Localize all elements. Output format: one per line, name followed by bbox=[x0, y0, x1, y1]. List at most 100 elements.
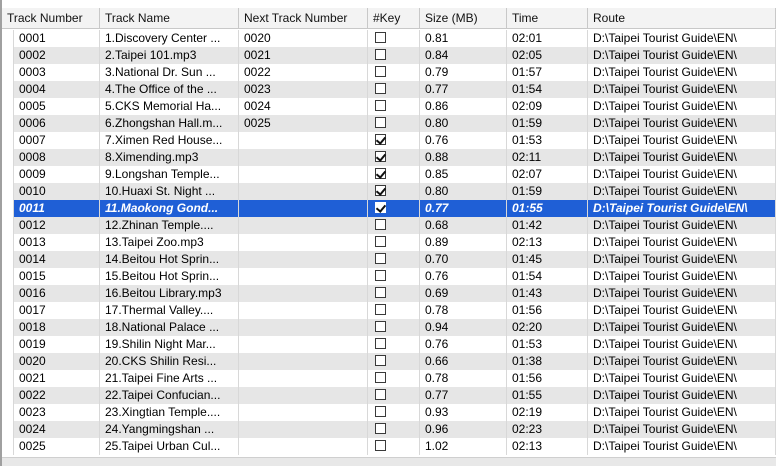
key-checkbox[interactable] bbox=[375, 66, 386, 77]
row-indicator bbox=[2, 217, 14, 234]
time-cell: 01:53 bbox=[507, 132, 588, 149]
key-checkbox[interactable] bbox=[375, 389, 386, 400]
key-checkbox[interactable] bbox=[375, 151, 386, 162]
key-checkbox[interactable] bbox=[375, 219, 386, 230]
key-checkbox[interactable] bbox=[375, 134, 386, 145]
table-row[interactable]: 0022 22.Taipei Confucian... 0.77 01:55 D:\Ta… bbox=[2, 387, 776, 404]
key-checkbox[interactable] bbox=[375, 185, 386, 196]
track-name-cell: 16.Beitou Library.mp3 bbox=[100, 285, 239, 302]
key-checkbox[interactable] bbox=[375, 100, 386, 111]
table-row[interactable]: 0018 18.National Palace ... 0.94 02:20 D:\Ta… bbox=[2, 319, 776, 336]
table-row[interactable]: 0004 4.The Office of the ... 0023 0.77 01:54… bbox=[2, 81, 776, 98]
table-row[interactable]: 0025 25.Taipei Urban Cul... 1.02 02:13 D:\Ta… bbox=[2, 438, 776, 455]
track-number-cell: 0014 bbox=[14, 251, 100, 268]
table-row[interactable]: 0006 6.Zhongshan Hall.m... 0025 0.80 01:59 D:… bbox=[2, 115, 776, 132]
next-track-number-cell bbox=[239, 234, 368, 251]
size-cell: 0.93 bbox=[420, 404, 507, 421]
table-row[interactable]: 0009 9.Longshan Temple... 0.85 02:07 D:\Taip… bbox=[2, 166, 776, 183]
table-row[interactable]: 0015 15.Beitou Hot Sprin... 0.76 01:54 D:\Ta… bbox=[2, 268, 776, 285]
table-row[interactable]: 0012 12.Zhinan Temple.... 0.68 01:42 D:\Taip… bbox=[2, 217, 776, 234]
row-indicator bbox=[2, 438, 14, 455]
table-row[interactable]: 0016 16.Beitou Library.mp3 0.69 01:43 D:\Tai… bbox=[2, 285, 776, 302]
key-checkbox[interactable] bbox=[375, 423, 386, 434]
route-cell: D:\Taipei Tourist Guide\EN\ bbox=[588, 183, 776, 200]
route-cell: D:\Taipei Tourist Guide\EN\ bbox=[588, 370, 776, 387]
key-checkbox[interactable] bbox=[375, 440, 386, 451]
key-cell bbox=[368, 404, 420, 421]
track-name-cell: 3.National Dr. Sun ... bbox=[100, 64, 239, 81]
key-cell bbox=[368, 149, 420, 166]
next-track-number-cell bbox=[239, 268, 368, 285]
track-list-grid[interactable]: Track Number Track Name Next Track Numbe… bbox=[0, 0, 776, 466]
key-cell bbox=[368, 319, 420, 336]
key-checkbox[interactable] bbox=[375, 406, 386, 417]
column-header-track-name[interactable]: Track Name bbox=[100, 8, 239, 29]
table-row[interactable]: 0011 11.Maokong Gond... 0.77 01:55 D:\Taipei… bbox=[2, 200, 776, 217]
key-checkbox[interactable] bbox=[375, 372, 386, 383]
table-row[interactable]: 0019 19.Shilin Night Mar... 0.76 01:53 D:\Ta… bbox=[2, 336, 776, 353]
horizontal-scrollbar[interactable] bbox=[2, 457, 776, 466]
key-checkbox[interactable] bbox=[375, 338, 386, 349]
key-checkbox[interactable] bbox=[375, 321, 386, 332]
column-header-track-number[interactable]: Track Number bbox=[2, 8, 100, 29]
key-checkbox[interactable] bbox=[375, 202, 386, 213]
table-row[interactable]: 0014 14.Beitou Hot Sprin... 0.70 01:45 D:\Ta… bbox=[2, 251, 776, 268]
track-number-cell: 0005 bbox=[14, 98, 100, 115]
table-row[interactable]: 0017 17.Thermal Valley.... 0.78 01:56 D:\Tai… bbox=[2, 302, 776, 319]
column-header-next-track-number[interactable]: Next Track Number bbox=[239, 8, 368, 29]
key-checkbox[interactable] bbox=[375, 253, 386, 264]
key-checkbox[interactable] bbox=[375, 304, 386, 315]
track-name-cell: 22.Taipei Confucian... bbox=[100, 387, 239, 404]
track-name-cell: 25.Taipei Urban Cul... bbox=[100, 438, 239, 455]
table-row[interactable]: 0007 7.Ximen Red House... 0.76 01:53 D:\Taip… bbox=[2, 132, 776, 149]
time-cell: 01:54 bbox=[507, 268, 588, 285]
table-row[interactable]: 0020 20.CKS Shilin Resi... 0.66 01:38 D:\Tai… bbox=[2, 353, 776, 370]
table-row[interactable]: 0005 5.CKS Memorial Ha... 0024 0.86 02:09 D:\… bbox=[2, 98, 776, 115]
column-header-size[interactable]: Size (MB) bbox=[420, 8, 507, 29]
track-name-cell: 9.Longshan Temple... bbox=[100, 166, 239, 183]
key-checkbox[interactable] bbox=[375, 355, 386, 366]
row-indicator bbox=[2, 421, 14, 438]
track-number-cell: 0022 bbox=[14, 387, 100, 404]
row-indicator bbox=[2, 64, 14, 81]
table-row[interactable]: 0002 2.Taipei 101.mp3 0021 0.84 02:05 D:\Taip… bbox=[2, 47, 776, 64]
table-row[interactable]: 0010 10.Huaxi St. Night ... 0.80 01:59 D:\Ta… bbox=[2, 183, 776, 200]
column-header-row: Track Number Track Name Next Track Numbe… bbox=[2, 8, 776, 29]
size-cell: 0.79 bbox=[420, 64, 507, 81]
table-row[interactable]: 0023 23.Xingtian Temple.... 0.93 02:19 D:\Ta… bbox=[2, 404, 776, 421]
table-row[interactable]: 0013 13.Taipei Zoo.mp3 0.89 02:13 D:\Taipei … bbox=[2, 234, 776, 251]
key-checkbox[interactable] bbox=[375, 270, 386, 281]
time-cell: 01:56 bbox=[507, 302, 588, 319]
column-header-time[interactable]: Time bbox=[507, 8, 588, 29]
key-checkbox[interactable] bbox=[375, 236, 386, 247]
row-indicator bbox=[2, 336, 14, 353]
track-number-cell: 0024 bbox=[14, 421, 100, 438]
route-cell: D:\Taipei Tourist Guide\EN\ bbox=[588, 319, 776, 336]
column-header-route[interactable]: Route bbox=[588, 8, 776, 29]
table-row[interactable]: 0003 3.National Dr. Sun ... 0022 0.79 01:57 D… bbox=[2, 64, 776, 81]
next-track-number-cell bbox=[239, 285, 368, 302]
key-cell bbox=[368, 234, 420, 251]
time-cell: 02:13 bbox=[507, 234, 588, 251]
next-track-number-cell bbox=[239, 217, 368, 234]
size-cell: 0.70 bbox=[420, 251, 507, 268]
row-indicator bbox=[2, 251, 14, 268]
track-name-cell: 23.Xingtian Temple.... bbox=[100, 404, 239, 421]
track-number-cell: 0013 bbox=[14, 234, 100, 251]
key-checkbox[interactable] bbox=[375, 83, 386, 94]
key-checkbox[interactable] bbox=[375, 49, 386, 60]
key-checkbox[interactable] bbox=[375, 32, 386, 43]
key-checkbox[interactable] bbox=[375, 117, 386, 128]
key-checkbox[interactable] bbox=[375, 287, 386, 298]
route-cell: D:\Taipei Tourist Guide\EN\ bbox=[588, 98, 776, 115]
column-header-key[interactable]: #Key bbox=[368, 8, 420, 29]
time-cell: 01:55 bbox=[507, 200, 588, 217]
table-row[interactable]: 0024 24.Yangmingshan ... 0.96 02:23 D:\Taipe… bbox=[2, 421, 776, 438]
key-checkbox[interactable] bbox=[375, 168, 386, 179]
row-indicator bbox=[2, 47, 14, 64]
track-name-cell: 11.Maokong Gond... bbox=[100, 200, 239, 217]
table-row[interactable]: 0001 1.Discovery Center ... 0020 0.81 02:01 D… bbox=[2, 30, 776, 47]
table-row[interactable]: 0008 8.Ximending.mp3 0.88 02:11 D:\Taipei To… bbox=[2, 149, 776, 166]
track-number-cell: 0009 bbox=[14, 166, 100, 183]
table-row[interactable]: 0021 21.Taipei Fine Arts ... 0.78 01:56 D:\T… bbox=[2, 370, 776, 387]
